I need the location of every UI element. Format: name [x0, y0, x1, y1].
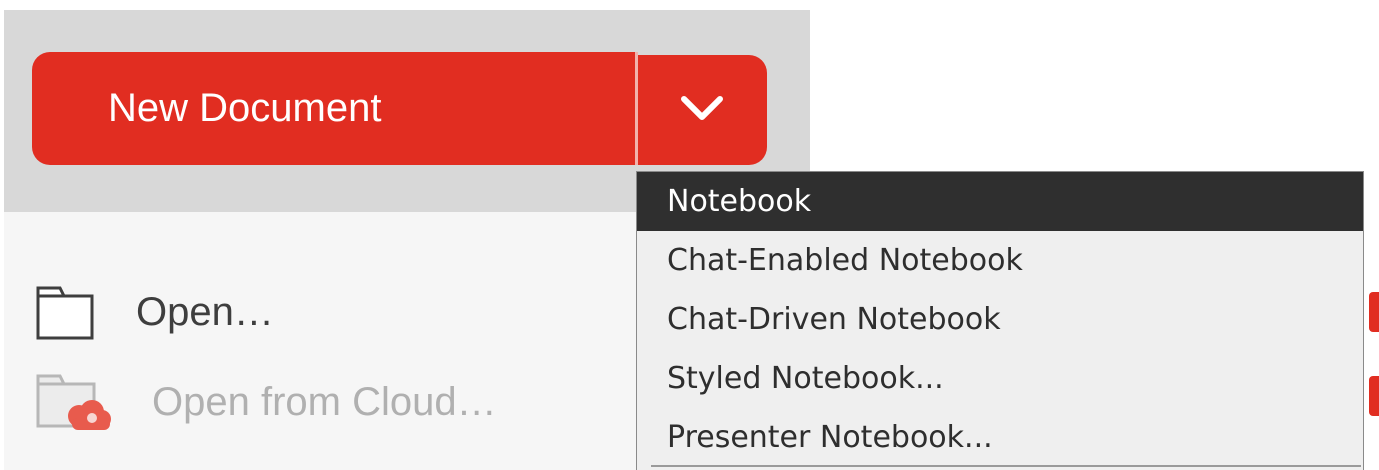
chevron-down-icon [681, 96, 723, 120]
open-file-action[interactable]: Open… [36, 282, 274, 342]
menu-item-presenter-notebook[interactable]: Presenter Notebook... [637, 408, 1363, 467]
background-red-element [1369, 292, 1379, 332]
background-red-element [1369, 376, 1379, 416]
launcher-window: New Document Open… Open from Cloud… Note… [0, 0, 1379, 470]
menu-item-styled-notebook[interactable]: Styled Notebook... [637, 349, 1363, 408]
new-document-dropdown-menu: Notebook Chat-Enabled Notebook Chat-Driv… [636, 171, 1364, 470]
open-from-cloud-action[interactable]: Open from Cloud… [36, 372, 497, 432]
menu-item-notebook[interactable]: Notebook [637, 172, 1363, 231]
menu-item-chat-driven-notebook[interactable]: Chat-Driven Notebook [637, 290, 1363, 349]
new-document-button[interactable]: New Document [32, 52, 636, 165]
new-document-dropdown-button[interactable] [638, 55, 767, 165]
folder-icon [36, 286, 94, 340]
open-label: Open… [136, 289, 274, 334]
menu-item-chat-enabled-notebook[interactable]: Chat-Enabled Notebook [637, 231, 1363, 290]
menu-separator [651, 465, 1361, 467]
open-from-cloud-label: Open from Cloud… [152, 379, 497, 424]
cloud-folder-icon [36, 374, 111, 430]
